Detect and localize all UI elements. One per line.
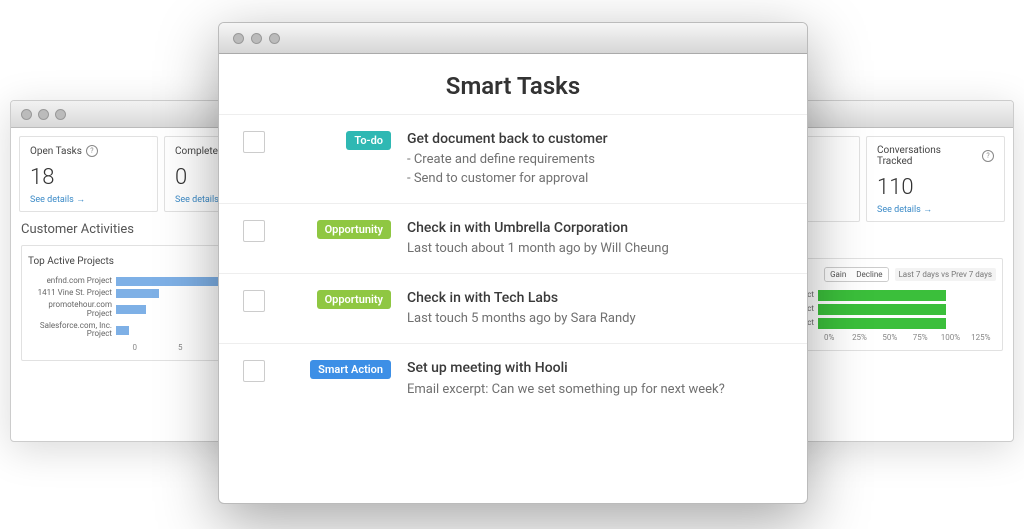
axis-tick: 0% (814, 333, 844, 342)
chart-row-label: enfnd.com Project (28, 277, 116, 286)
axis-tick: 50% (875, 333, 905, 342)
task-body: Check in with Umbrella Corporation Last … (407, 218, 789, 259)
chart-bar (818, 304, 946, 315)
stat-value: 110 (877, 175, 994, 200)
chart-row-label: 1411 Vine St. Project (28, 289, 116, 298)
window-titlebar (219, 23, 807, 54)
page-title: Smart Tasks (219, 72, 807, 100)
axis-tick: 100% (935, 333, 965, 342)
segment-gain[interactable]: Gain (825, 268, 851, 281)
help-icon[interactable]: ? (982, 150, 994, 162)
task-body: Get document back to customer - Create a… (407, 129, 789, 189)
task-row: Smart Action Set up meeting with Hooli E… (219, 343, 807, 413)
stat-label-text: Conversations Tracked (877, 145, 978, 167)
chart-bar (818, 290, 946, 301)
task-subtext: Last touch 5 months ago by Sara Randy (407, 310, 789, 329)
stat-conversations-tracked: Conversations Tracked ? 110 See details … (866, 136, 1005, 222)
task-title: Check in with Umbrella Corporation (407, 218, 789, 238)
chart-row-label: Salesforce.com, Inc. Project (28, 322, 116, 340)
tag-todo: To-do (346, 131, 391, 150)
help-icon[interactable]: ? (86, 145, 98, 157)
axis-tick: 75% (905, 333, 935, 342)
window-control-dot (21, 109, 32, 120)
stat-open-tasks: Open Tasks ? 18 See details → (19, 136, 158, 212)
chart-bar (116, 289, 159, 298)
window-control-dot (233, 33, 244, 44)
task-title: Set up meeting with Hooli (407, 358, 789, 378)
task-subtext: Email excerpt: Can we set something up f… (407, 381, 789, 400)
axis-tick: 125% (966, 333, 996, 342)
task-row: Opportunity Check in with Umbrella Corpo… (219, 203, 807, 273)
segmented-control[interactable]: Gain Decline (824, 267, 888, 282)
chart-row-label: promotehour.com Project (28, 301, 116, 319)
tag-opportunity: Opportunity (317, 220, 391, 239)
axis-tick: 0 (112, 343, 158, 352)
task-subtext: Last touch about 1 month ago by Will Che… (407, 240, 789, 259)
chart-title: Top Active Projects (28, 256, 114, 267)
window-control-dot (269, 33, 280, 44)
chart-bar (818, 318, 946, 329)
task-row: Opportunity Check in with Tech Labs Last… (219, 273, 807, 343)
tag-smart-action: Smart Action (310, 360, 391, 379)
segment-decline[interactable]: Decline (851, 268, 887, 281)
task-subtext: - Send to customer for approval (407, 170, 789, 189)
task-title: Get document back to customer (407, 129, 789, 149)
task-title: Check in with Tech Labs (407, 288, 789, 308)
task-checkbox[interactable] (243, 131, 265, 153)
task-checkbox[interactable] (243, 220, 265, 242)
axis-tick: 25% (844, 333, 874, 342)
stat-label: Open Tasks ? (30, 145, 147, 157)
stat-label-text: Open Tasks (30, 146, 82, 157)
window-control-dot (38, 109, 49, 120)
task-body: Check in with Tech Labs Last touch 5 mon… (407, 288, 789, 329)
window-control-dot (251, 33, 262, 44)
stat-value: 18 (30, 165, 147, 190)
window-control-dot (55, 109, 66, 120)
chart-bar (116, 305, 146, 314)
date-range-label: Last 7 days vs Prev 7 days (895, 268, 997, 281)
see-details-link[interactable]: See details → (877, 204, 994, 215)
see-details-link[interactable]: See details → (30, 194, 147, 205)
stat-label: Conversations Tracked ? (877, 145, 994, 167)
task-body: Set up meeting with Hooli Email excerpt:… (407, 358, 789, 399)
task-subtext: - Create and define requirements (407, 151, 789, 170)
axis-tick: 5 (158, 343, 204, 352)
task-checkbox[interactable] (243, 360, 265, 382)
chart-bar (116, 326, 129, 335)
smart-tasks-window: Smart Tasks To-do Get document back to c… (218, 22, 808, 504)
task-row: To-do Get document back to customer - Cr… (219, 114, 807, 203)
task-checkbox[interactable] (243, 290, 265, 312)
tag-opportunity: Opportunity (317, 290, 391, 309)
